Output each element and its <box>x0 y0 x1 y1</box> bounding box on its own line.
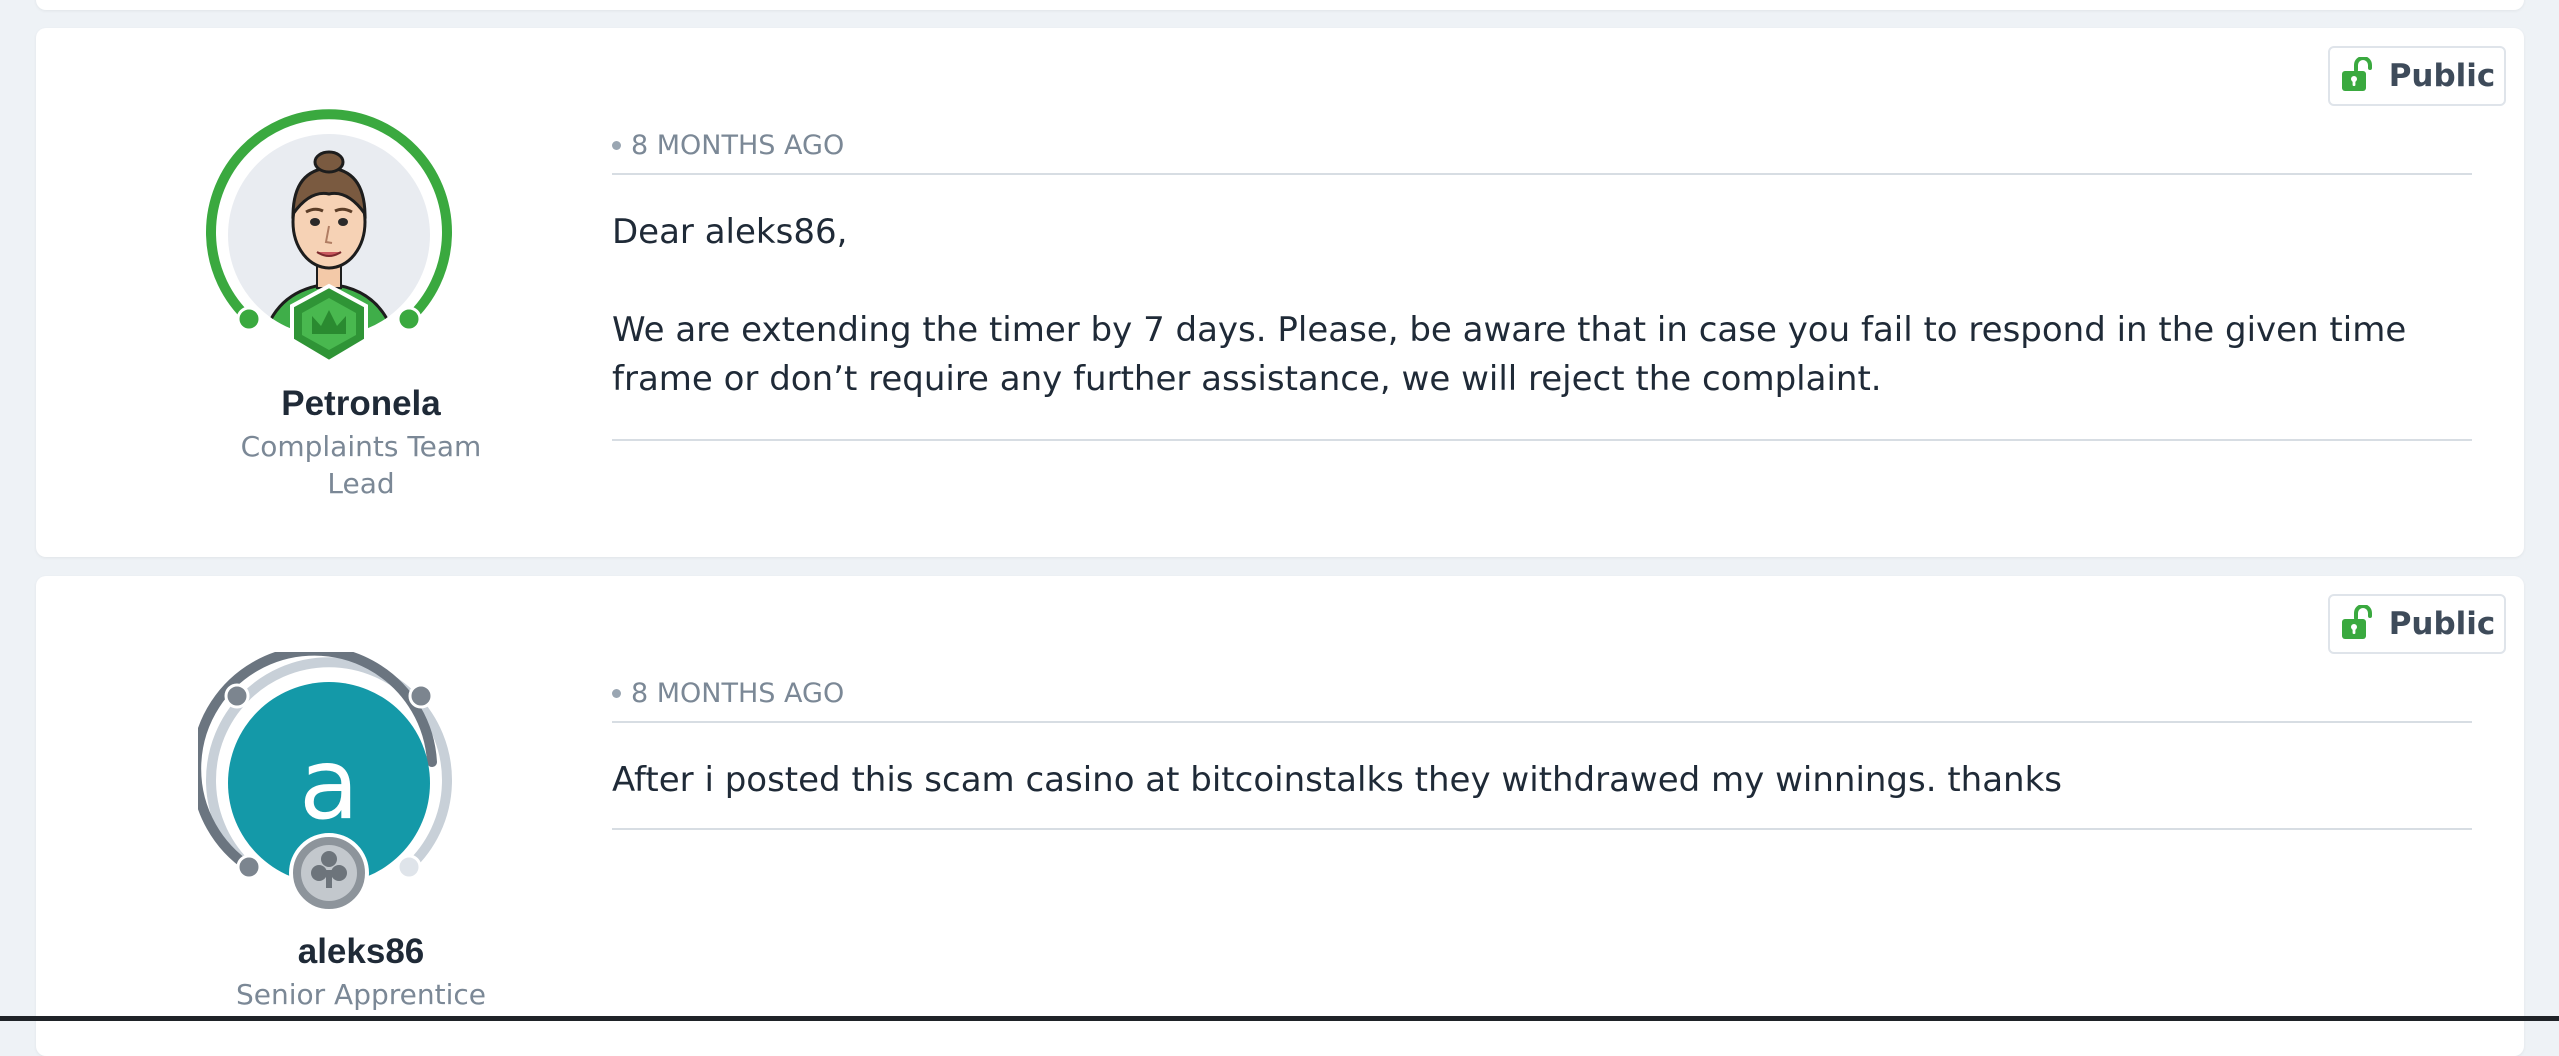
author-role-line: Complaints Team <box>240 430 482 463</box>
visibility-badge[interactable]: Public <box>2328 46 2506 106</box>
post-paragraph: We are extending the timer by 7 days. Pl… <box>612 310 2407 399</box>
divider <box>612 173 2472 175</box>
avatar[interactable]: a <box>198 652 460 914</box>
visibility-badge[interactable]: Public <box>2328 594 2506 654</box>
post-paragraph: Dear aleks86, <box>612 212 848 252</box>
author-role: Complaints Team Lead <box>196 428 526 502</box>
author-role-line: Lead <box>327 467 395 500</box>
post-body: Dear aleks86, We are extending the timer… <box>612 208 2472 404</box>
post-timestamp: 8 MONTHS AGO <box>612 673 2472 713</box>
post-time-label: 8 MONTHS AGO <box>631 129 845 161</box>
post-timestamp: 8 MONTHS AGO <box>612 125 2472 165</box>
post-body: After i posted this scam casino at bitco… <box>612 756 2472 805</box>
window-bottom-edge <box>0 1016 2559 1021</box>
post-time-label: 8 MONTHS AGO <box>631 677 845 709</box>
visibility-label: Public <box>2388 606 2496 642</box>
divider <box>612 828 2472 830</box>
bullet-dot-icon <box>612 140 621 150</box>
complaint-post-card: Public a aleks86 Senior Apprentice 8 MON… <box>36 576 2524 1056</box>
unlocked-padlock-icon <box>2339 604 2377 643</box>
post-paragraph: After i posted this scam casino at bitco… <box>612 760 2063 800</box>
visibility-label: Public <box>2388 58 2496 94</box>
bullet-dot-icon <box>612 688 621 698</box>
author-role: Senior Apprentice <box>235 978 487 1011</box>
club-coin-icon <box>289 833 369 913</box>
divider <box>612 721 2472 723</box>
post-content: 8 MONTHS AGO After i posted this scam ca… <box>612 673 2472 830</box>
author-name[interactable]: Petronela <box>126 384 596 424</box>
complaint-post-card: Public Petronela Complaints Team Lead 8 … <box>36 28 2524 557</box>
divider <box>612 439 2472 441</box>
author-name[interactable]: aleks86 <box>126 932 596 972</box>
avatar[interactable] <box>198 104 460 366</box>
post-content: 8 MONTHS AGO Dear aleks86, We are extend… <box>612 125 2472 441</box>
previous-post-card <box>36 0 2524 10</box>
unlocked-padlock-icon <box>2339 56 2377 95</box>
avatar-letter: a <box>299 728 359 842</box>
